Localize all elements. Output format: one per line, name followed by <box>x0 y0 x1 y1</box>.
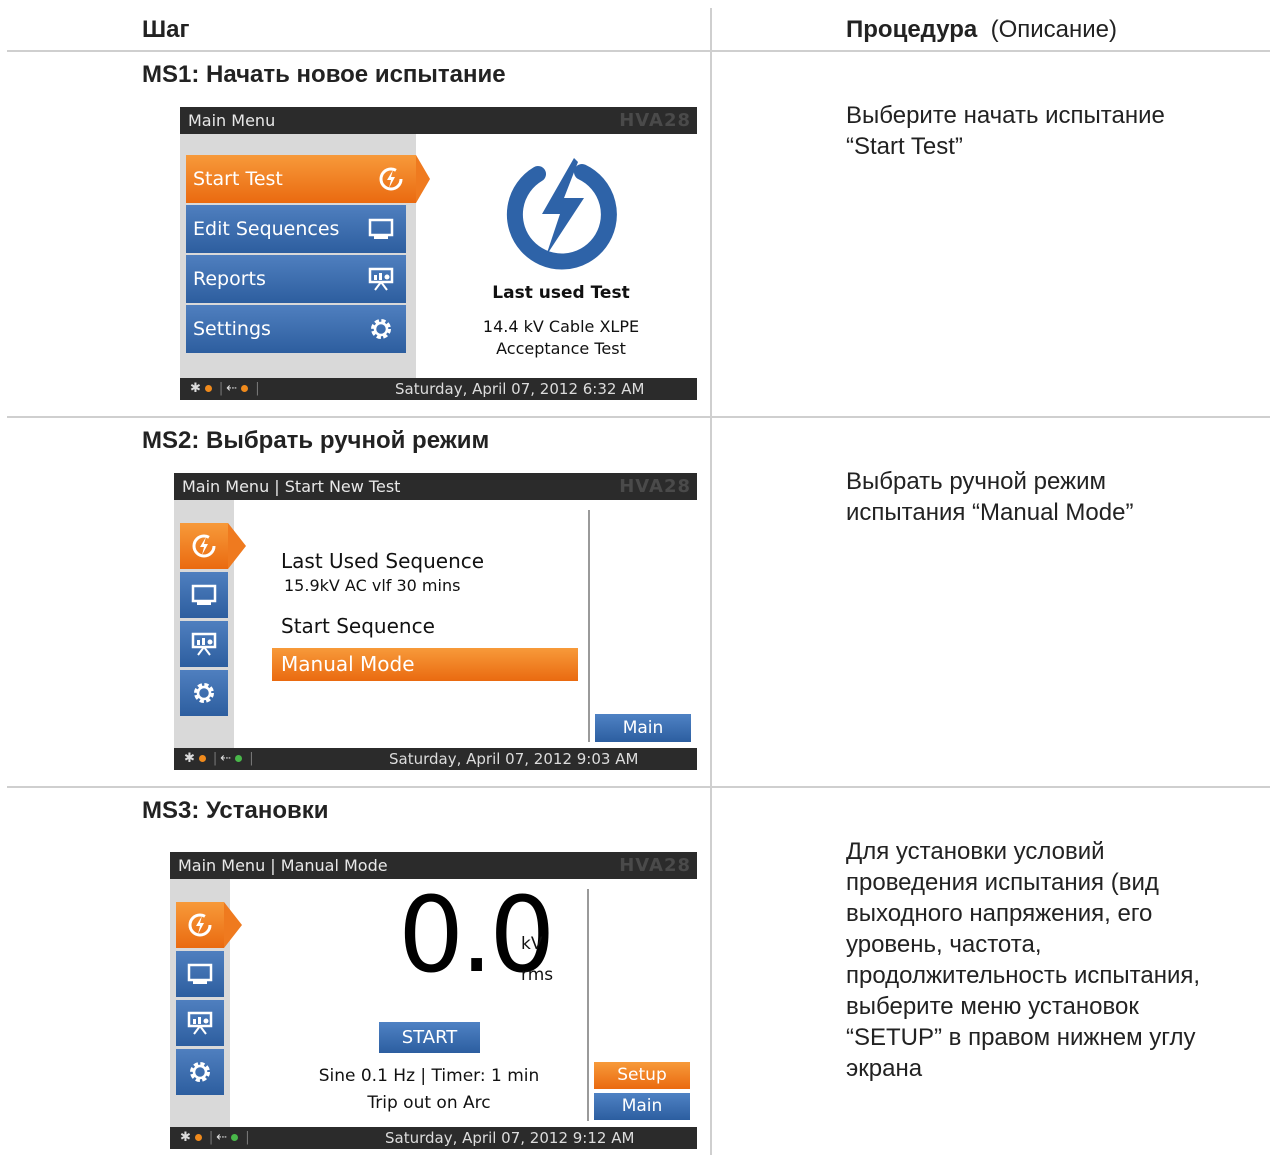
step-title-ms1: MS1: Начать новое испытание <box>142 61 506 88</box>
side-start-test[interactable] <box>180 523 246 569</box>
column-header-step: Шаг <box>142 16 190 43</box>
last-used-sequence-label: Last Used Sequence <box>281 549 485 573</box>
trip-mode: Trip out on Arc <box>367 1093 491 1113</box>
voltage-unit-rms: rms <box>521 965 554 985</box>
lightning-icon <box>188 913 212 937</box>
monitor-icon <box>191 584 217 605</box>
status-icons: ✱ | ⇠ | <box>184 751 254 766</box>
monitor-icon <box>368 218 394 239</box>
device-screen-manual-mode: Main Menu | Manual Mode HVA28 0.0 kV rms… <box>170 852 697 1149</box>
bluetooth-icon: ✱ <box>184 751 195 766</box>
status-dot <box>235 755 243 762</box>
report-icon <box>191 632 217 656</box>
status-dot <box>194 1134 202 1141</box>
side-reports[interactable] <box>176 1000 224 1046</box>
step-title-ms3: MS3: Установки <box>142 797 329 824</box>
device-screen-start-new-test: Main Menu | Start New Test HVA28 Last Us… <box>174 473 697 770</box>
usb-icon: ⇠ <box>220 751 232 766</box>
report-icon <box>368 267 394 291</box>
last-used-sequence-detail: 15.9kV AC vlf 30 mins <box>284 576 461 595</box>
row-divider <box>7 786 1270 788</box>
active-pointer <box>224 902 242 948</box>
setup-button[interactable]: Setup <box>594 1062 690 1089</box>
brand-logo: HVA28 <box>619 110 691 131</box>
panel-divider <box>587 889 589 1121</box>
status-dot <box>198 755 206 762</box>
manual-mode-option[interactable]: Manual Mode <box>272 648 578 681</box>
side-start-test[interactable] <box>176 902 242 948</box>
usb-icon: ⇠ <box>216 1130 228 1145</box>
brand-logo: HVA28 <box>619 476 691 497</box>
usb-icon: ⇠ <box>226 381 238 396</box>
column-divider <box>710 8 712 1155</box>
status-datetime: Saturday, April 07, 2012 6:32 AM <box>395 380 645 398</box>
screen-statusbar: ✱ | ⇠ | Saturday, April 07, 2012 9:12 AM <box>170 1127 697 1149</box>
column-header-procedure: Процедура (Описание) <box>846 16 1117 44</box>
menu-item-label: Settings <box>193 318 271 340</box>
screen-title: Main Menu <box>188 111 276 130</box>
voltage-unit: kV <box>521 934 543 954</box>
device-screen-main-menu: Main Menu HVA28 Start Test Edit Sequence… <box>180 107 697 400</box>
menu-item-start-test[interactable]: Start Test <box>186 155 430 203</box>
menu-item-label: Start Test <box>193 168 283 190</box>
report-icon <box>187 1011 213 1035</box>
menu-item-label: Edit Sequences <box>193 218 340 240</box>
panel-divider <box>588 510 590 742</box>
status-datetime: Saturday, April 07, 2012 9:03 AM <box>389 750 639 768</box>
menu-item-label: Reports <box>193 268 266 290</box>
last-used-test-name: 14.4 kV Cable XLPE <box>482 317 640 336</box>
side-settings[interactable] <box>180 670 228 716</box>
screen-topbar: Main Menu | Start New Test HVA28 <box>174 473 697 500</box>
lightning-icon <box>192 534 216 558</box>
bluetooth-icon: ✱ <box>180 1130 191 1145</box>
gear-icon <box>194 683 214 703</box>
side-edit-sequences[interactable] <box>180 572 228 618</box>
step-title-ms2: MS2: Выбрать ручной режим <box>142 427 490 454</box>
gear-icon <box>190 1062 210 1082</box>
status-dot <box>231 1134 239 1141</box>
main-button[interactable]: Main <box>595 714 691 742</box>
last-used-test-label: Last used Test <box>492 283 630 303</box>
menu-item-reports[interactable]: Reports <box>186 255 406 303</box>
menu-item-edit-sequences[interactable]: Edit Sequences <box>186 205 406 253</box>
lightning-icon <box>379 167 403 191</box>
step-description-ms3: Для установки условий проведения испытан… <box>846 838 1201 1082</box>
step-description-ms1: Выберите начать испытание “Start Test” <box>846 102 1165 160</box>
main-button[interactable]: Main <box>594 1093 690 1120</box>
side-settings[interactable] <box>176 1049 224 1095</box>
monitor-icon <box>187 963 213 984</box>
status-icons: ✱ | ⇠ | <box>180 1130 250 1145</box>
procedure-note: (Описание) <box>990 16 1118 43</box>
side-edit-sequences[interactable] <box>176 951 224 997</box>
screen-title: Main Menu | Start New Test <box>182 477 401 496</box>
last-used-test-type: Acceptance Test <box>496 339 626 358</box>
status-dot <box>204 385 212 392</box>
row-divider <box>7 416 1270 418</box>
gear-icon <box>371 319 391 339</box>
active-pointer <box>228 523 246 569</box>
active-pointer <box>416 155 430 203</box>
screen-topbar: Main Menu HVA28 <box>180 107 697 134</box>
brand-logo: HVA28 <box>619 855 691 876</box>
status-dot <box>241 385 249 392</box>
test-settings-summary: Sine 0.1 Hz | Timer: 1 min <box>318 1066 540 1086</box>
screen-statusbar: ✱ | ⇠ | Saturday, April 07, 2012 6:32 AM <box>180 378 697 400</box>
step-description-ms2: Выбрать ручной режим испытания “Manual M… <box>846 468 1134 526</box>
status-datetime: Saturday, April 07, 2012 9:12 AM <box>385 1129 635 1147</box>
menu-item-settings[interactable]: Settings <box>186 305 406 353</box>
large-lightning-icon <box>506 158 617 270</box>
header-divider <box>7 50 1270 52</box>
status-icons: ✱ | ⇠ | <box>190 381 260 396</box>
screen-title: Main Menu | Manual Mode <box>178 856 388 875</box>
start-sequence-option[interactable]: Start Sequence <box>281 614 435 638</box>
start-button[interactable]: START <box>379 1022 480 1053</box>
screen-statusbar: ✱ | ⇠ | Saturday, April 07, 2012 9:03 AM <box>174 748 697 770</box>
side-reports[interactable] <box>180 621 228 667</box>
procedure-label: Процедура <box>846 16 978 43</box>
bluetooth-icon: ✱ <box>190 381 201 396</box>
